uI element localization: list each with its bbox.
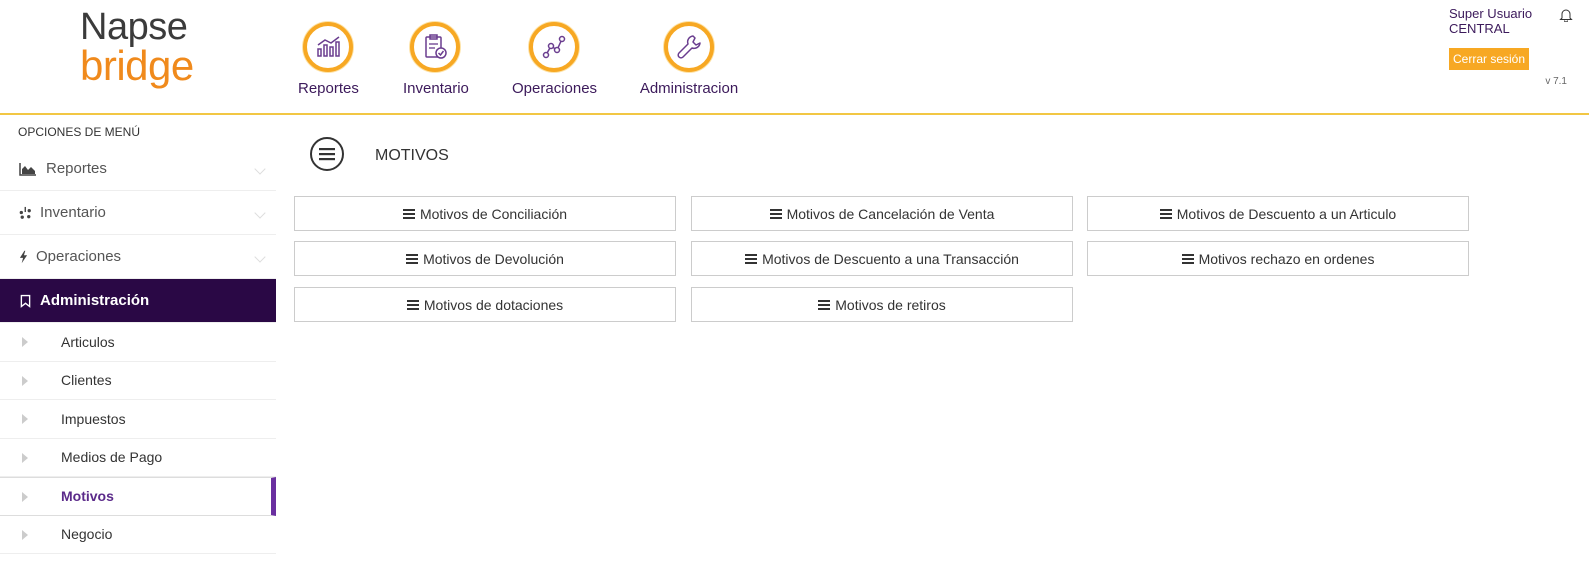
sidebar-item-operaciones[interactable]: Operaciones	[0, 235, 276, 279]
chart-icon	[303, 22, 353, 72]
sidebar-item-label: Administración	[40, 292, 150, 309]
napse-bridge-logo[interactable]: Napse bridge	[80, 8, 210, 98]
topnav-label: Administracion	[639, 80, 739, 97]
motivos-dotaciones-button[interactable]: Motivos de dotaciones	[294, 287, 676, 322]
main-content: MOTIVOS Motivos de Conciliación Motivos …	[276, 115, 1589, 565]
sidebar-item-administracion[interactable]: Administración	[0, 279, 276, 323]
yelp-icon	[18, 205, 32, 221]
sidebar-subitem-label: Medios de Pago	[61, 449, 163, 466]
sidebar-subitem-motivos[interactable]: Motivos	[0, 477, 276, 516]
topnav-administracion[interactable]: Administracion	[639, 22, 739, 97]
list-icon	[745, 253, 758, 264]
network-nodes-icon	[528, 22, 579, 72]
caret-right-icon	[22, 529, 28, 540]
button-label: Motivos de Descuento a un Articulo	[1176, 205, 1397, 222]
motivos-cancelacion-venta-button[interactable]: Motivos de Cancelación de Venta	[691, 196, 1073, 231]
sidebar-title: OPCIONES DE MENÚ	[18, 125, 141, 139]
chevron-down-icon	[254, 207, 266, 219]
motivos-retiros-button[interactable]: Motivos de retiros	[691, 287, 1073, 322]
list-icon	[406, 253, 419, 264]
sidebar-subitem-negocio[interactable]: Negocio	[0, 516, 276, 554]
caret-right-icon	[22, 452, 28, 463]
caret-right-icon	[22, 492, 28, 502]
list-icon	[1159, 208, 1172, 219]
logout-button[interactable]: Cerrar sesión	[1449, 48, 1529, 70]
clipboard-check-icon	[410, 22, 460, 72]
wrench-icon	[664, 22, 714, 72]
list-icon	[1181, 253, 1194, 264]
sidebar-subitem-impuestos[interactable]: Impuestos	[0, 400, 276, 439]
sidebar-subitem-label: Motivos	[61, 488, 114, 505]
logo-line-2: bridge	[80, 42, 194, 89]
button-label: Motivos de Cancelación de Venta	[786, 205, 995, 222]
list-icon	[769, 208, 782, 219]
motivos-descuento-transaccion-button[interactable]: Motivos de Descuento a una Transacción	[691, 241, 1073, 276]
topnav-label: Reportes	[298, 80, 359, 97]
logo-line-1: Napse	[80, 6, 188, 48]
top-header: Napse bridge Reportes Inventario Operaci…	[0, 0, 1589, 115]
sidebar-subitem-label: Articulos	[61, 333, 115, 350]
list-icon	[818, 299, 831, 310]
list-icon	[402, 208, 415, 219]
motivos-conciliacion-button[interactable]: Motivos de Conciliación	[294, 196, 676, 231]
button-label: Motivos de Devolución	[423, 250, 564, 267]
user-store: CENTRAL	[1449, 21, 1510, 36]
hamburger-menu-button[interactable]	[310, 137, 344, 171]
sidebar-item-inventario[interactable]: Inventario	[0, 191, 276, 235]
bolt-icon	[18, 249, 28, 265]
button-label: Motivos de Descuento a una Transacción	[762, 250, 1019, 267]
topnav-label: Inventario	[403, 80, 469, 97]
button-label: Motivos de dotaciones	[423, 296, 564, 313]
sidebar-subitem-clientes[interactable]: Clientes	[0, 362, 276, 400]
bell-icon[interactable]	[1559, 8, 1573, 22]
sidebar: OPCIONES DE MENÚ Reportes Inventario Ope…	[0, 115, 276, 565]
user-name: Super Usuario	[1449, 6, 1533, 21]
sidebar-subitem-articulos[interactable]: Articulos	[0, 323, 276, 362]
page-title: MOTIVOS	[375, 147, 449, 164]
caret-right-icon	[22, 375, 28, 386]
sidebar-item-label: Reportes	[46, 160, 107, 177]
sidebar-subitem-label: Clientes	[61, 372, 112, 389]
motivos-rechazo-ordenes-button[interactable]: Motivos rechazo en ordenes	[1087, 241, 1469, 276]
version-label: v 7.1	[1545, 76, 1567, 87]
sidebar-item-label: Inventario	[40, 204, 106, 221]
sidebar-subitem-label: Negocio	[61, 526, 113, 543]
area-chart-icon	[18, 161, 38, 177]
topnav-operaciones[interactable]: Operaciones	[512, 22, 598, 97]
caret-right-icon	[22, 414, 28, 424]
button-label: Motivos de retiros	[835, 296, 946, 313]
user-box: Super Usuario CENTRAL Cerrar sesión v 7.…	[1449, 6, 1573, 87]
sidebar-subitem-medios-de-pago[interactable]: Medios de Pago	[0, 439, 276, 477]
chevron-down-icon	[254, 163, 266, 175]
button-label: Motivos de Conciliación	[419, 205, 568, 222]
bookmark-icon	[18, 293, 32, 309]
topnav-label: Operaciones	[512, 80, 598, 97]
motivos-descuento-articulo-button[interactable]: Motivos de Descuento a un Articulo	[1087, 196, 1469, 231]
sidebar-subitem-label: Impuestos	[61, 410, 126, 427]
topnav-reportes[interactable]: Reportes	[298, 22, 359, 97]
list-icon	[406, 299, 419, 310]
sidebar-item-label: Operaciones	[36, 248, 122, 265]
caret-right-icon	[22, 337, 28, 347]
topnav-inventario[interactable]: Inventario	[403, 22, 469, 97]
chevron-down-icon	[254, 251, 266, 263]
hamburger-icon	[319, 148, 335, 161]
button-label: Motivos rechazo en ordenes	[1198, 250, 1375, 267]
sidebar-item-reportes[interactable]: Reportes	[0, 147, 276, 191]
motivos-devolucion-button[interactable]: Motivos de Devolución	[294, 241, 676, 276]
